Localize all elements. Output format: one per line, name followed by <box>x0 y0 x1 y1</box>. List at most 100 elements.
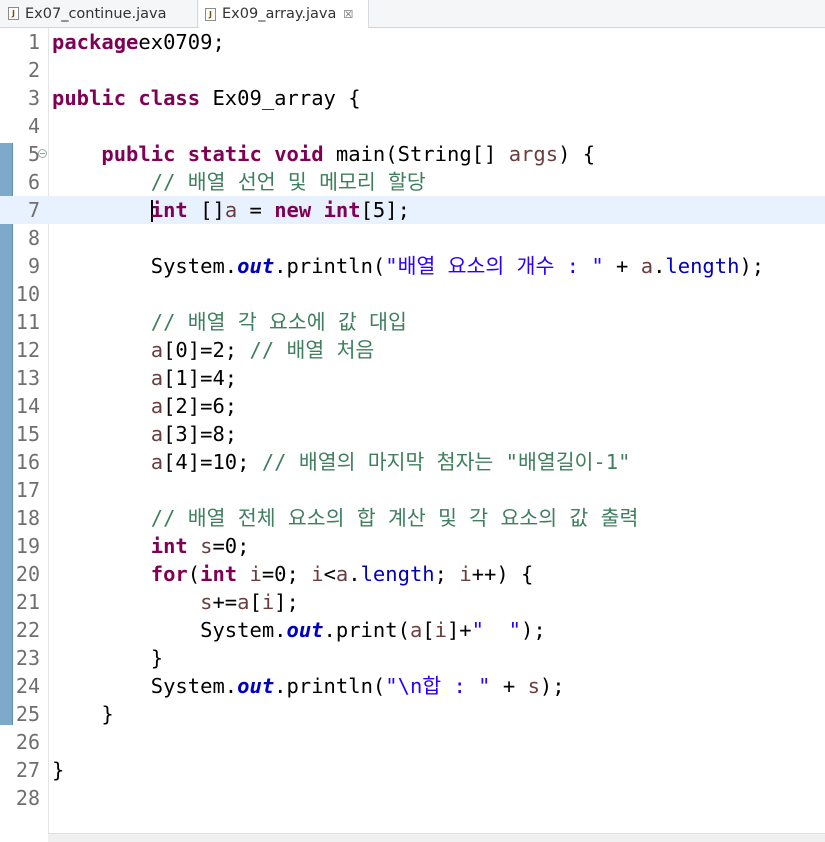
code-line[interactable]: 26 <box>0 728 825 756</box>
line-number: 23 <box>15 646 40 670</box>
code-token: ++) { <box>471 562 534 586</box>
code-line[interactable]: 19 int s=0; <box>0 532 825 560</box>
code-line[interactable]: 15 a[3]=8; <box>0 420 825 448</box>
comment-token: // 배열 선언 및 메모리 할당 <box>150 170 426 194</box>
line-number: 8 <box>27 226 40 250</box>
line-number: 25 <box>15 702 40 726</box>
line-number: 26 <box>15 730 40 754</box>
line-number: 5 <box>27 142 40 166</box>
keyword-token: class <box>138 86 201 110</box>
code-token: ex0709; <box>138 30 225 54</box>
line-number: 18 <box>15 506 40 530</box>
code-token: System. <box>52 254 238 278</box>
variable-token: s <box>527 674 540 698</box>
code-token: [4]=10; <box>163 450 262 474</box>
code-token: } <box>52 702 114 726</box>
code-line[interactable]: 21 s+=a[i]; <box>0 588 825 616</box>
keyword-token: package <box>52 30 139 54</box>
variable-token: a <box>335 562 349 586</box>
code-text: int []a = new int[5]; <box>52 196 410 224</box>
line-number: 1 <box>27 30 40 54</box>
close-tab-icon[interactable]: ☒ <box>343 8 353 21</box>
code-text: a[2]=6; <box>52 392 237 420</box>
code-line[interactable]: 5− public static void main(String[] args… <box>0 140 825 168</box>
code-line[interactable]: 16 a[4]=10; // 배열의 마지막 첨자는 "배열길이-1" <box>0 448 825 476</box>
code-text: // 배열 전체 요소의 합 계산 및 각 요소의 값 출력 <box>52 504 639 532</box>
variable-token: a <box>150 450 164 474</box>
variable-token: a <box>150 422 164 446</box>
keyword-token: public <box>101 142 176 166</box>
code-line[interactable]: 27} <box>0 756 825 784</box>
tab-ex09-array[interactable]: J Ex09_array.java ☒ <box>199 0 369 28</box>
horizontal-scrollbar[interactable] <box>48 833 825 842</box>
field-token: length <box>665 254 740 278</box>
comment-token: // 배열의 마지막 첨자는 "배열길이-1" <box>261 450 631 474</box>
code-line[interactable]: 28 <box>0 784 825 812</box>
code-line[interactable]: 22 System.out.print(a[i]+" "); <box>0 616 825 644</box>
line-number: 2 <box>27 58 40 82</box>
code-line[interactable]: 14 a[2]=6; <box>0 392 825 420</box>
line-number: 12 <box>15 338 40 362</box>
line-number: 11 <box>15 310 40 334</box>
code-line[interactable]: 9 System.out.println("배열 요소의 개수 : " + a.… <box>0 252 825 280</box>
code-text: } <box>52 756 64 784</box>
code-line[interactable]: 4 <box>0 112 825 140</box>
code-line[interactable]: 17 <box>0 476 825 504</box>
keyword-token: static <box>187 142 262 166</box>
line-number: 15 <box>15 422 40 446</box>
variable-token: a <box>409 618 423 642</box>
line-number: 6 <box>27 170 40 194</box>
code-line[interactable]: 1 packageex0709; <box>0 28 825 56</box>
code-token: =0; <box>212 534 250 558</box>
code-line[interactable]: 2 <box>0 56 825 84</box>
variable-token: i <box>311 562 324 586</box>
code-token: + <box>603 254 641 278</box>
keyword-token: new <box>274 198 312 222</box>
code-token: =0; <box>261 562 312 586</box>
code-line[interactable]: 12 a[0]=2; // 배열 처음 <box>0 336 825 364</box>
code-line[interactable]: 23 } <box>0 644 825 672</box>
code-line[interactable]: 7 int []a = new int[5]; <box>0 196 825 224</box>
string-token: "배열 요소의 개수 : " <box>385 254 604 278</box>
code-line[interactable]: 11 // 배열 각 요소에 값 대입 <box>0 308 825 336</box>
code-editor[interactable]: 1 packageex0709; 2 3 public class Ex09_array… <box>0 28 825 842</box>
code-line[interactable]: 6 // 배열 선언 및 메모리 할당 <box>0 168 825 196</box>
code-text: // 배열 선언 및 메모리 할당 <box>52 168 426 196</box>
code-token: [] <box>187 198 225 222</box>
tab-ex07-continue[interactable]: J Ex07_continue.java <box>0 0 198 27</box>
fold-collapse-icon[interactable]: − <box>38 149 47 158</box>
line-number: 7 <box>27 198 40 222</box>
code-text: } <box>52 700 114 728</box>
keyword-token: int <box>150 534 188 558</box>
code-text: int s=0; <box>52 532 250 560</box>
code-token: ; <box>434 562 460 586</box>
code-line[interactable]: 24 System.out.println("\n합 : " + s); <box>0 672 825 700</box>
code-token: [2]=6; <box>163 394 238 418</box>
variable-token: a <box>150 338 164 362</box>
code-line[interactable]: 18 // 배열 전체 요소의 합 계산 및 각 요소의 값 출력 <box>0 504 825 532</box>
code-text: for(int i=0; i<a.length; i++) { <box>52 560 534 588</box>
code-line[interactable]: 3 public class Ex09_array { <box>0 84 825 112</box>
code-line[interactable]: 25 } <box>0 700 825 728</box>
code-line[interactable]: 20 for(int i=0; i<a.length; i++) { <box>0 560 825 588</box>
code-text: System.out.println("\n합 : " + s); <box>52 672 565 700</box>
code-token: ); <box>739 254 765 278</box>
code-token: + <box>490 674 528 698</box>
code-line[interactable]: 8 <box>0 224 825 252</box>
code-line[interactable]: 13 a[1]=4; <box>0 364 825 392</box>
code-token: < <box>323 562 336 586</box>
code-line[interactable]: 10 <box>0 280 825 308</box>
code-token: [ <box>249 590 262 614</box>
code-token: [5]; <box>360 198 410 222</box>
code-token: .println( <box>274 674 386 698</box>
